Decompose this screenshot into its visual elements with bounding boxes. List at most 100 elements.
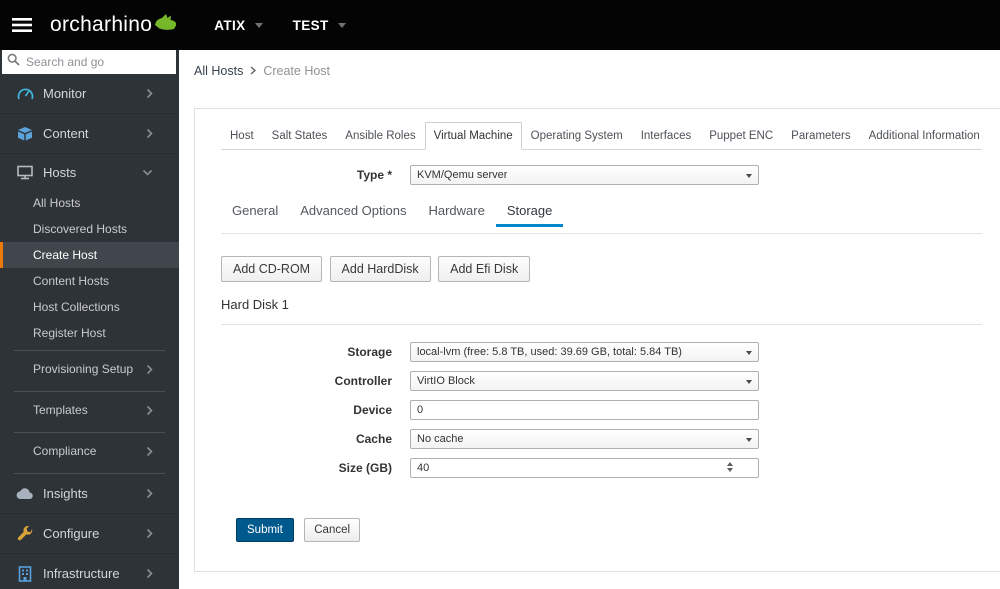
device-input[interactable] — [410, 400, 759, 420]
cloud-icon — [13, 487, 37, 500]
tab-host[interactable]: Host — [221, 122, 263, 150]
building-icon — [13, 565, 37, 582]
sidebar-item-insights[interactable]: Insights — [0, 474, 179, 514]
sidebar-item-host-collections[interactable]: Host Collections — [0, 294, 179, 320]
tab-ansible-roles[interactable]: Ansible Roles — [336, 122, 424, 150]
sidebar-item-configure[interactable]: Configure — [0, 514, 179, 554]
sub-item-label: All Hosts — [33, 196, 81, 210]
hard-disk-form: Storage local-lvm (free: 5.8 TB, used: 3… — [221, 342, 982, 478]
sidebar-item-content-hosts[interactable]: Content Hosts — [0, 268, 179, 294]
breadcrumb-current: Create Host — [263, 63, 331, 78]
type-select[interactable]: KVM/Qemu server — [410, 165, 759, 185]
sidebar-item-register-host[interactable]: Register Host — [0, 320, 179, 346]
tab-operating-system[interactable]: Operating System — [522, 122, 632, 150]
chevron-down-icon — [746, 174, 752, 178]
sidebar-item-create-host[interactable]: Create Host — [0, 242, 179, 268]
controller-select[interactable]: VirtIO Block — [410, 371, 759, 391]
chevron-down-icon — [746, 380, 752, 384]
location-menu-label: TEST — [292, 17, 329, 33]
sidebar-item-templates[interactable]: Templates — [0, 392, 179, 428]
subtab-storage[interactable]: Storage — [495, 195, 564, 227]
sidebar-item-all-hosts[interactable]: All Hosts — [0, 190, 179, 216]
chevron-down-icon — [746, 438, 752, 442]
chevron-right-icon — [146, 405, 153, 416]
cache-select[interactable]: No cache — [410, 429, 759, 449]
sub-item-label: Create Host — [33, 248, 98, 262]
chevron-right-icon — [146, 88, 153, 99]
sidebar-item-provisioning-setup[interactable]: Provisioning Setup — [0, 351, 179, 387]
sub-item-label: Provisioning Setup — [33, 362, 134, 376]
server-icon — [13, 165, 37, 180]
divider — [221, 324, 982, 325]
chevron-down-icon — [142, 169, 153, 176]
breadcrumb-all-hosts[interactable]: All Hosts — [194, 64, 243, 78]
spinner-down-icon[interactable] — [727, 468, 733, 472]
spinner-control[interactable] — [727, 462, 733, 472]
controller-field-row: Controller VirtIO Block — [221, 371, 982, 391]
sidebar-item-label: Infrastructure — [43, 566, 120, 581]
brand-text: orcharhino — [50, 13, 153, 36]
sidebar-item-compliance[interactable]: Compliance — [0, 433, 179, 469]
vm-subtab-bar: General Advanced Options Hardware Storag… — [221, 195, 982, 227]
device-field-row: Device — [221, 400, 982, 420]
storage-label: Storage — [347, 345, 392, 359]
sidebar-item-label: Hosts — [43, 164, 77, 180]
subtab-hardware[interactable]: Hardware — [417, 195, 495, 227]
sidebar-item-discovered-hosts[interactable]: Discovered Hosts — [0, 216, 179, 242]
storage-actions: Add CD-ROM Add HardDisk Add Efi Disk — [221, 256, 982, 282]
type-label: Type * — [356, 168, 392, 182]
chevron-right-icon — [146, 446, 153, 457]
sidebar-item-content[interactable]: Content — [0, 114, 179, 154]
wrench-icon — [13, 525, 37, 542]
location-menu-test[interactable]: TEST — [293, 18, 346, 33]
select-value: No cache — [417, 433, 464, 445]
search-input[interactable] — [26, 55, 179, 69]
subtab-advanced-options[interactable]: Advanced Options — [289, 195, 417, 227]
tab-parameters[interactable]: Parameters — [782, 122, 859, 150]
tab-interfaces[interactable]: Interfaces — [632, 122, 701, 150]
org-menu-atix[interactable]: ATIX — [214, 17, 263, 33]
spinner-up-icon[interactable] — [727, 462, 733, 466]
tab-virtual-machine[interactable]: Virtual Machine — [424, 122, 522, 150]
size-input[interactable] — [410, 458, 759, 478]
top-navbar: orcharhino ATIX TEST — [0, 0, 1000, 50]
chevron-down-icon — [337, 22, 346, 28]
sidebar-item-infrastructure[interactable]: Infrastructure — [0, 554, 179, 589]
select-value: KVM/Qemu server — [417, 169, 508, 181]
hosts-submenu: All Hosts Discovered Hosts Create Host C… — [0, 190, 179, 474]
chevron-right-icon — [146, 568, 153, 579]
sidebar-item-hosts[interactable]: Hosts — [0, 154, 179, 190]
app-window: orcharhino ATIX TEST Search and go Monit… — [0, 0, 1000, 589]
divider — [221, 233, 982, 234]
sidebar-item-label: Insights — [43, 486, 88, 501]
cache-label: Cache — [355, 432, 392, 446]
storage-field-row: Storage local-lvm (free: 5.8 TB, used: 3… — [221, 342, 982, 362]
add-efi-disk-button[interactable]: Add Efi Disk — [438, 256, 531, 282]
chevron-right-icon — [250, 64, 257, 78]
gauge-icon — [13, 86, 37, 101]
form-actions: Submit Cancel — [236, 518, 982, 542]
storage-select[interactable]: local-lvm (free: 5.8 TB, used: 39.69 GB,… — [410, 342, 759, 362]
submit-button[interactable]: Submit — [236, 518, 294, 542]
tab-salt-states[interactable]: Salt States — [263, 122, 337, 150]
breadcrumb: All Hosts Create Host — [179, 50, 1000, 78]
cancel-button[interactable]: Cancel — [304, 518, 361, 542]
tab-puppet-enc[interactable]: Puppet ENC — [700, 122, 782, 150]
sidebar-item-monitor[interactable]: Monitor — [0, 74, 179, 114]
tab-additional-information[interactable]: Additional Information — [860, 122, 989, 150]
rhino-logo-icon — [154, 12, 178, 36]
tab-bar: Host Salt States Ansible Roles Virtual M… — [221, 122, 982, 150]
sub-item-label: Host Collections — [33, 300, 120, 314]
add-harddisk-button[interactable]: Add HardDisk — [329, 256, 431, 282]
orcharhino-logo[interactable]: orcharhino — [50, 10, 178, 40]
chevron-right-icon — [146, 364, 153, 375]
chevron-right-icon — [146, 488, 153, 499]
hamburger-menu-icon[interactable] — [0, 0, 44, 50]
add-cdrom-button[interactable]: Add CD-ROM — [221, 256, 323, 282]
sub-item-label: Discovered Hosts — [33, 222, 128, 236]
subtab-general[interactable]: General — [221, 195, 289, 227]
sidebar-search[interactable] — [2, 50, 179, 74]
chevron-right-icon — [146, 528, 153, 539]
sub-item-label: Content Hosts — [33, 274, 110, 288]
org-menu-label: ATIX — [214, 17, 246, 33]
